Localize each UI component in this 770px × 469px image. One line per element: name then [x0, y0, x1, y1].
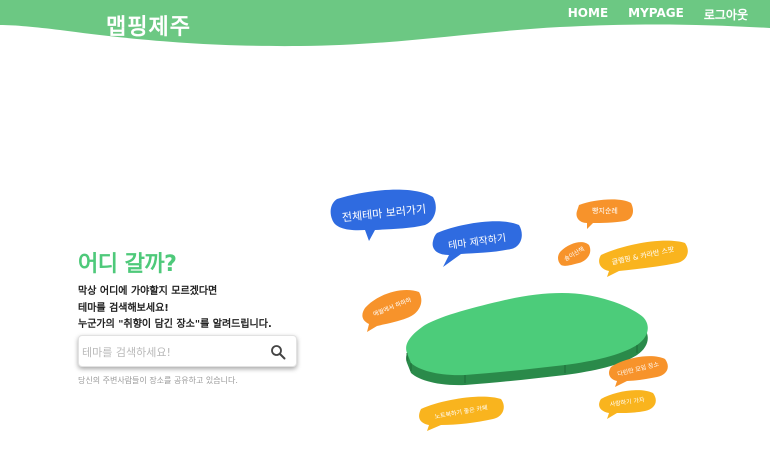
search-icon[interactable]	[270, 344, 286, 360]
site-logo[interactable]: 맵핑제주	[106, 9, 191, 41]
bubble-songee[interactable]: 송이산책	[557, 241, 591, 267]
bubble-bbangji[interactable]: 빵지순례	[575, 199, 635, 229]
theme-search-input[interactable]	[82, 342, 262, 362]
hero-subtext: 당신의 주변사람들이 장소를 공유하고 있습니다.	[78, 376, 238, 385]
bubble-notebook[interactable]: 노트북하기 좋은 카페	[417, 396, 505, 431]
hero-description: 막상 어디에 가야할지 모르겠다면 테마를 검색해보세요! 누군가의 "취향이 …	[78, 284, 318, 334]
hero-line-2: 테마를 검색해보세요!	[78, 302, 169, 314]
jeju-map-illustration: 전체테마 보러가기 테마 제작하기 빵지순례 송이산책 글램핑 & 카라반 스팟…	[325, 185, 700, 445]
bubble-sunset[interactable]: 애월에서 하하하	[361, 288, 423, 332]
hero-headline: 어디 갈까?	[78, 252, 177, 277]
hero-line-1: 막상 어디에 가야할지 모르겠다면	[78, 286, 218, 297]
nav-home[interactable]: HOME	[568, 6, 608, 23]
top-nav: HOME MYPAGE 로그아웃	[568, 6, 748, 23]
hero-line-3: 누군가의 "취향이 담긴 장소"를 알려드립니다.	[78, 319, 272, 330]
nav-logout[interactable]: 로그아웃	[704, 6, 748, 23]
bubble-make-theme[interactable]: 테마 제작하기	[431, 219, 523, 267]
bubble-photo[interactable]: 사랑하기 가자	[597, 389, 657, 419]
header: 맵핑제주 HOME MYPAGE 로그아웃	[0, 0, 770, 48]
nav-mypage[interactable]: MYPAGE	[628, 6, 684, 23]
bubble-glamping[interactable]: 글램핑 & 카라반 스팟	[597, 240, 689, 277]
bubble-bbangji-label: 빵지순례	[592, 207, 618, 215]
theme-search-box[interactable]	[78, 335, 297, 367]
bubble-date[interactable]: 다린탄 모임 장소	[607, 355, 669, 387]
bubble-all-themes[interactable]: 전체테마 보러가기	[329, 189, 439, 241]
hero-text: 어디 갈까? 막상 어디에 가야할지 모르겠다면 테마를 검색해보세요! 누군가…	[78, 246, 318, 334]
